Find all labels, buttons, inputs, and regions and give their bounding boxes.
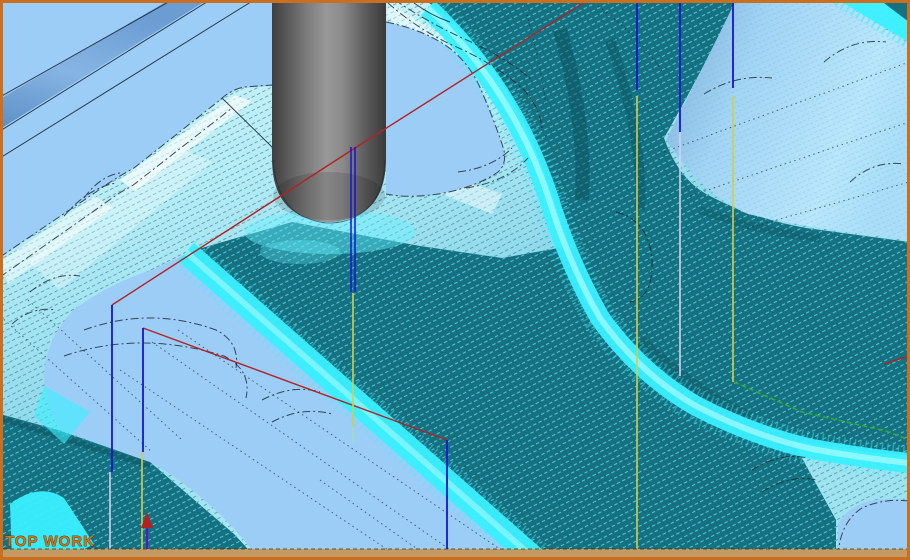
view-label: TOP WORK <box>5 533 95 550</box>
cutting-tool <box>272 0 386 223</box>
cam-3d-viewport[interactable]: TOP WORK <box>0 0 910 560</box>
tool-ball-shade <box>273 172 385 220</box>
bright-cusp-under-tool <box>260 240 340 264</box>
bottom-strip <box>3 549 907 557</box>
cam-viewport-frame: TOP WORK <box>0 0 910 560</box>
